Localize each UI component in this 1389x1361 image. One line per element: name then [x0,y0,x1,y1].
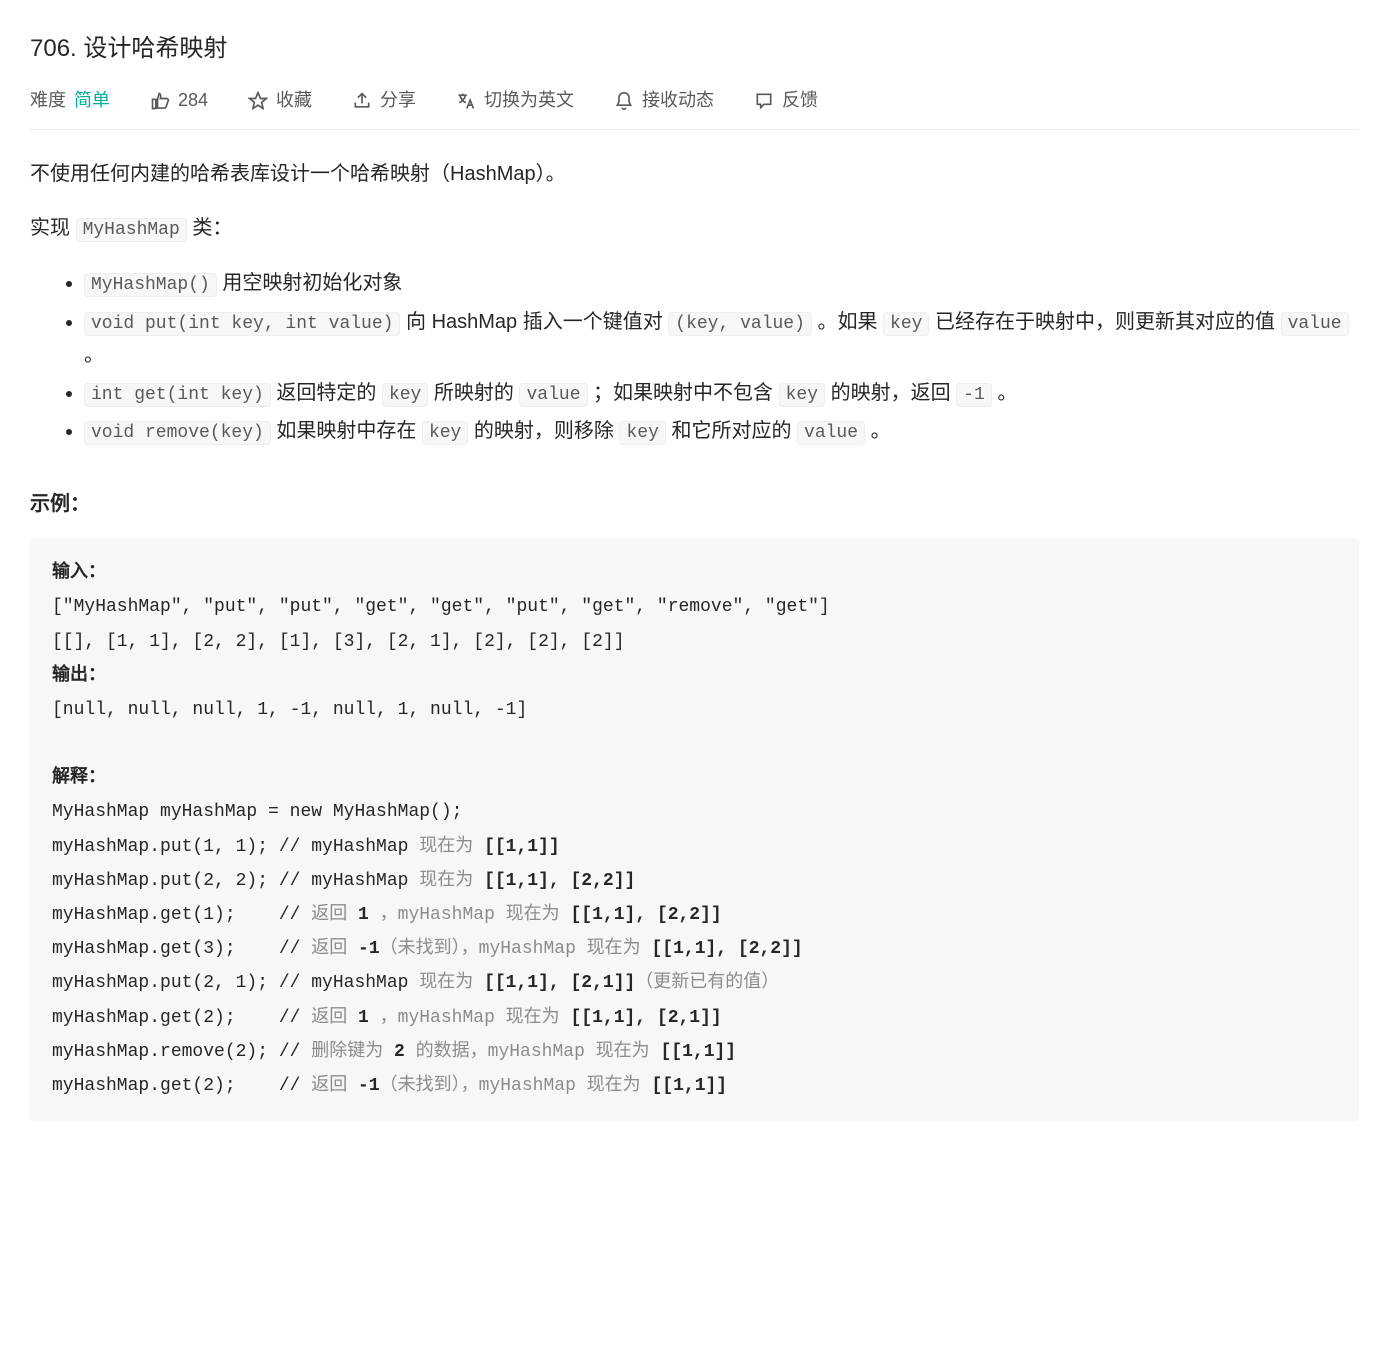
problem-title: 706. 设计哈希映射 [30,30,1359,68]
code-key: key [619,421,665,445]
switch-language-label: 切换为英文 [484,86,574,115]
feedback-button[interactable]: 反馈 [754,86,818,115]
class-name-code: MyHashMap [76,218,187,242]
implement-paragraph: 实现 MyHashMap 类： [30,212,1359,245]
method-list: MyHashMap() 用空映射初始化对象 void put(int key, … [30,267,1359,448]
subscribe-label: 接收动态 [642,86,714,115]
feedback-icon [754,91,774,111]
code-key: key [779,383,825,407]
code-key: key [382,383,428,407]
difficulty-label: 难度 [30,86,66,115]
likes-button[interactable]: 284 [150,86,208,115]
intro-paragraph: 不使用任何内建的哈希表库设计一个哈希映射（HashMap）。 [30,158,1359,190]
problem-description: 不使用任何内建的哈希表库设计一个哈希映射（HashMap）。 实现 MyHash… [30,158,1359,1121]
favorite-button[interactable]: 收藏 [248,86,312,115]
share-button[interactable]: 分享 [352,86,416,115]
code-constructor: MyHashMap() [84,273,217,297]
code-key: key [883,312,929,336]
code-value: value [1281,312,1349,336]
share-icon [352,91,372,111]
method-item-get: int get(int key) 返回特定的 key 所映射的 value ；如… [84,377,1359,410]
thumbs-up-icon [150,91,170,111]
bell-icon [614,91,634,111]
method-item-put: void put(int key, int value) 向 HashMap 插… [84,306,1359,371]
method-item-remove: void remove(key) 如果映射中存在 key 的映射，则移除 key… [84,415,1359,448]
code-value: value [797,421,865,445]
code-get: int get(int key) [84,383,271,407]
code-put: void put(int key, int value) [84,312,400,336]
likes-count: 284 [178,86,208,115]
difficulty-value: 简单 [74,86,110,115]
difficulty: 难度 简单 [30,86,110,115]
code-kv: (key, value) [668,312,812,336]
example-block: 输入： ["MyHashMap", "put", "put", "get", "… [30,538,1359,1121]
method-item-constructor: MyHashMap() 用空映射初始化对象 [84,267,1359,300]
translate-icon [456,91,476,111]
subscribe-button[interactable]: 接收动态 [614,86,714,115]
code-remove: void remove(key) [84,421,271,445]
code-key: key [422,421,468,445]
star-icon [248,91,268,111]
code-neg1: -1 [956,383,992,407]
example-header: 示例： [30,488,1359,520]
code-value: value [519,383,587,407]
feedback-label: 反馈 [782,86,818,115]
meta-toolbar: 难度 简单 284 收藏 分享 切换为英文 接收动态 反馈 [30,86,1359,130]
switch-language-button[interactable]: 切换为英文 [456,86,574,115]
share-label: 分享 [380,86,416,115]
favorite-label: 收藏 [276,86,312,115]
